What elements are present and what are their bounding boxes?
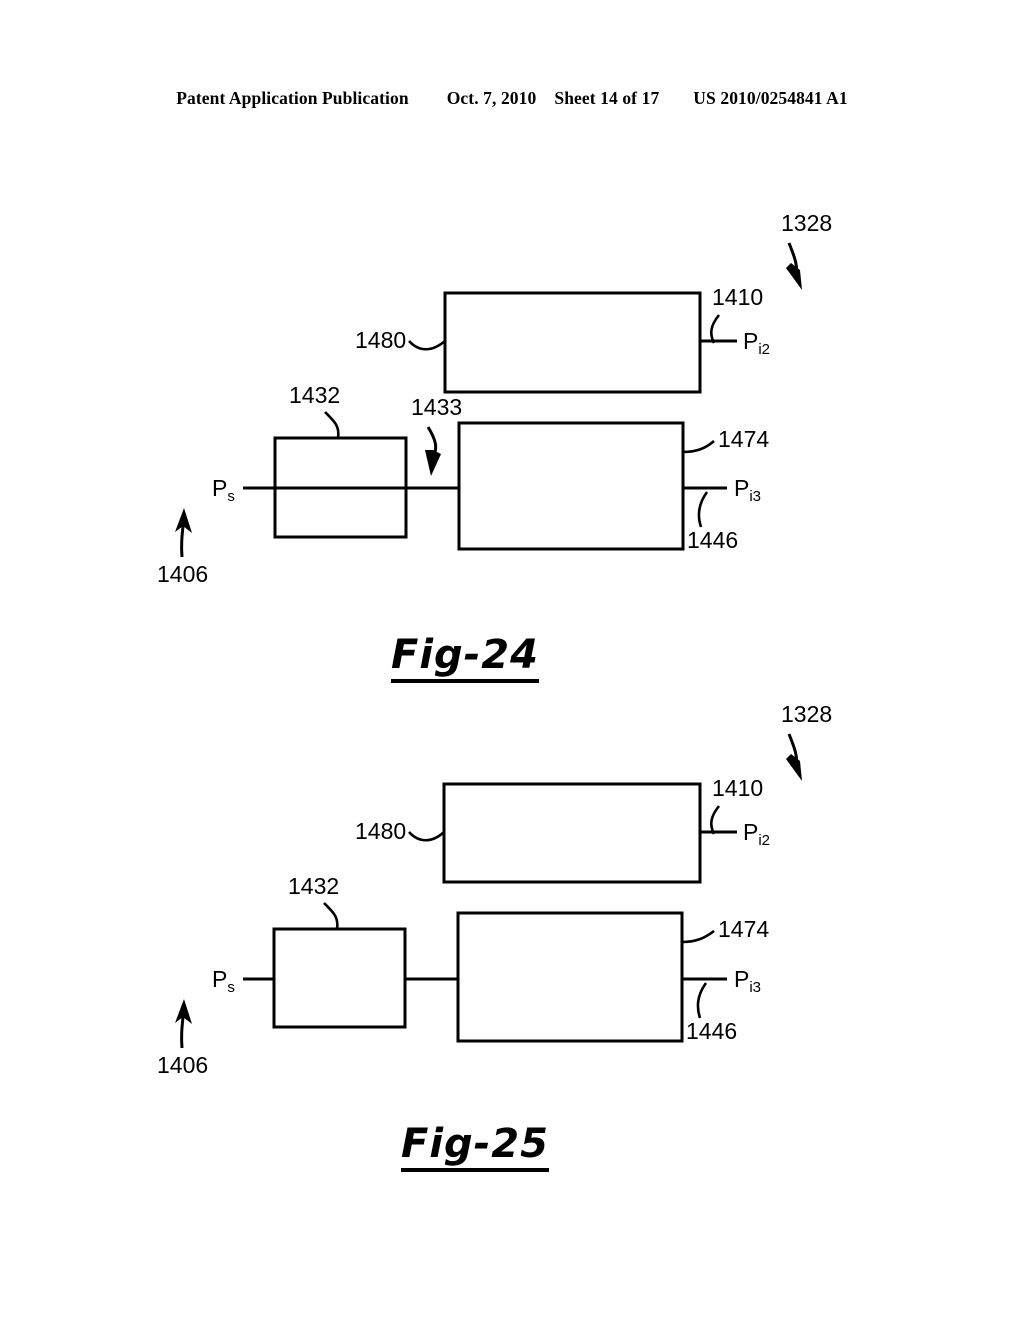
fig25-leader-1446 (696, 982, 708, 1019)
fig25-arrow-1328-head (786, 754, 802, 781)
fig25-arrow-1406-line (180, 1016, 185, 1049)
fig25-callout-1474: 1474 (718, 916, 769, 942)
fig25-leader-1410 (709, 805, 721, 835)
fig24-port-ps: Ps (212, 475, 235, 505)
fig25-top-block (442, 782, 702, 884)
fig24-leader-1480 (408, 339, 446, 351)
fig25-callout-1446: 1446 (686, 1018, 737, 1044)
figure-25-caption-text: Fig-25 (401, 1121, 549, 1172)
fig24-leader-1446 (697, 491, 709, 528)
fig24-callout-1432: 1432 (289, 382, 340, 408)
fig24-callout-1410: 1410 (712, 284, 763, 310)
fig25-leader-1432 (323, 902, 339, 930)
figure-24-caption-text: Fig-24 (391, 632, 539, 683)
fig25-left-block (272, 927, 407, 1029)
fig24-top-block (443, 291, 702, 394)
fig24-arrow-1406-line (180, 525, 185, 558)
fig24-right-block (457, 421, 685, 551)
patent-drawing-sheet: Patent Application Publication Oct. 7, 20… (0, 0, 1024, 1320)
fig25-leader-1474 (681, 929, 715, 944)
fig25-port-pi2: Pi2 (743, 819, 770, 849)
fig24-callout-1446: 1446 (687, 527, 738, 553)
fig24-callout-1433: 1433 (411, 394, 462, 420)
fig25-leader-1480 (408, 831, 445, 842)
fig25-right-block (456, 911, 684, 1043)
fig25-callout-1410: 1410 (712, 775, 763, 801)
fig24-port-pi2: Pi2 (743, 328, 770, 358)
fig25-callout-1406: 1406 (157, 1052, 208, 1078)
figure-25-caption: Fig-25 (401, 1121, 549, 1172)
fig24-callout-1480: 1480 (355, 327, 406, 353)
figure-24-caption: Fig-24 (391, 632, 539, 683)
fig24-callout-1328: 1328 (781, 210, 832, 236)
fig24-arrow-1328-head (786, 263, 802, 290)
figure-24: 1328 1410 Pi2 1480 1432 Ps 1433 1474 Pi3… (157, 210, 832, 587)
fig25-port-pi3: Pi3 (734, 966, 761, 996)
fig24-leader-1474 (682, 440, 715, 454)
fig25-port-ps: Ps (212, 966, 235, 996)
fig24-arrow-1433-head (425, 450, 441, 476)
fig24-callout-1406: 1406 (157, 561, 208, 587)
fig24-port-pi3: Pi3 (734, 475, 761, 505)
fig25-callout-1328: 1328 (781, 701, 832, 727)
fig25-callout-1480: 1480 (355, 818, 406, 844)
fig24-leader-1410 (709, 314, 721, 344)
figure-25: 1328 1410 Pi2 1480 1432 Ps 1474 Pi3 1446… (157, 701, 832, 1078)
fig24-callout-1474: 1474 (718, 426, 769, 452)
fig25-callout-1432: 1432 (288, 873, 339, 899)
fig24-leader-1432 (324, 411, 340, 439)
